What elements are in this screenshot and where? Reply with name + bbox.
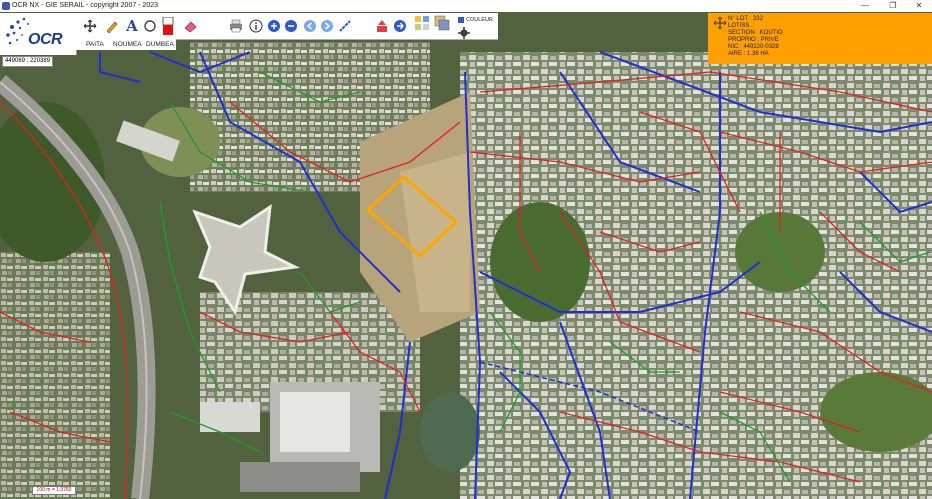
tab-paita[interactable]: PAITA <box>86 39 104 50</box>
logo-box: OCR <box>0 13 77 55</box>
close-button[interactable]: ✕ <box>906 0 932 12</box>
zoom-out-icon[interactable] <box>283 18 299 34</box>
aire: AIRE : 1.36 HA <box>728 51 769 57</box>
lot-info-panel: N° LOT : 332 LOTISS. : SECTION : KOUTIO … <box>708 13 932 64</box>
couleur-toggle[interactable]: COULEUR <box>458 16 498 25</box>
couleur-label: COULEUR <box>466 17 493 23</box>
forward-icon[interactable] <box>392 18 408 34</box>
zoom-next-icon[interactable] <box>319 18 335 34</box>
app-icon <box>2 2 10 10</box>
tab-dumbea[interactable]: DUMBEA <box>146 39 174 50</box>
measure-icon[interactable] <box>337 18 353 34</box>
pencil-icon[interactable] <box>104 18 120 34</box>
eraser-icon[interactable] <box>182 18 198 34</box>
toolbar: A <box>76 13 498 40</box>
tab-noumea[interactable]: NOUMEA <box>113 39 142 50</box>
print-icon[interactable] <box>228 18 244 34</box>
layers-icon[interactable] <box>414 16 430 32</box>
zoom-prev-icon[interactable] <box>302 18 318 34</box>
zoom-in-icon[interactable] <box>266 18 282 34</box>
settings-icon[interactable] <box>456 25 472 41</box>
maximize-button[interactable]: ❐ <box>880 0 906 12</box>
minimize-button[interactable]: — <box>852 0 878 12</box>
window-title: OCR NX - GIE SERAIL - copyright 2007 - 2… <box>12 2 159 9</box>
lot-number: N° LOT : 332 <box>728 16 763 22</box>
logo-text: OCR <box>28 31 63 48</box>
text-a-icon[interactable]: A <box>124 17 140 35</box>
nic: NIC : 449220-0328 <box>728 44 779 50</box>
move-icon[interactable] <box>714 17 726 29</box>
map-canvas[interactable] <box>0 12 932 499</box>
city-tabs: PAITA NOUMEA DUMBEA <box>76 39 176 50</box>
proprio: PROPRIO : PRIVE <box>728 37 779 43</box>
circle-icon[interactable] <box>142 18 158 34</box>
lotissement: LOTISS. : <box>728 23 755 29</box>
export-icon[interactable] <box>374 18 390 34</box>
section: SECTION : KOUTIO <box>728 30 783 36</box>
info-icon[interactable] <box>248 18 264 34</box>
couleur-checkbox-icon[interactable] <box>458 16 464 23</box>
layer-overlay-icon[interactable] <box>434 15 450 32</box>
color-swatch-icon[interactable] <box>160 17 176 35</box>
coordinate-readout: 449069 ; 220389 <box>2 56 54 67</box>
scale-bar: 100 m = 1:3760 <box>32 486 76 495</box>
pan-icon[interactable] <box>82 18 98 34</box>
